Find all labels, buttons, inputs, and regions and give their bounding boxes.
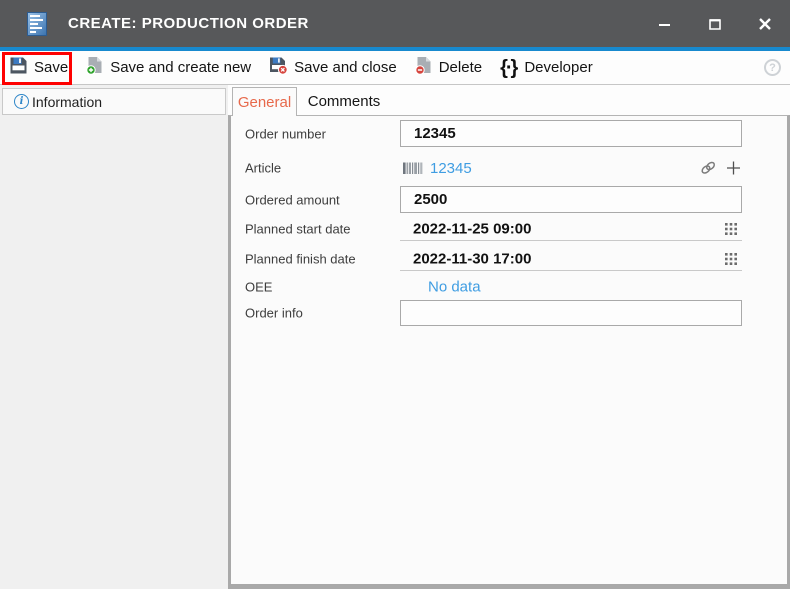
save-and-close-button[interactable]: Save and close — [260, 51, 406, 84]
article-row: Article 1 — [231, 154, 787, 182]
planned-start-date-label: Planned start date — [245, 222, 351, 237]
minimize-icon — [658, 17, 672, 31]
tab-strip: General Comments — [228, 85, 790, 115]
planned-finish-date-value: 2022-11-30 17:00 — [413, 250, 531, 267]
tab-comments[interactable]: Comments — [299, 87, 389, 116]
developer-button-label: Developer — [524, 59, 592, 76]
window-controls — [640, 0, 790, 47]
save-and-create-new-label: Save and create new — [110, 59, 251, 76]
planned-finish-date-field[interactable]: 2022-11-30 17:00 — [400, 247, 742, 271]
barcode-icon — [402, 161, 424, 176]
save-button[interactable]: Save — [0, 51, 77, 84]
document-add-icon — [86, 56, 104, 79]
developer-button[interactable]: {·} Developer — [491, 51, 602, 84]
save-and-create-new-button[interactable]: Save and create new — [77, 51, 260, 84]
planned-start-date-field[interactable]: 2022-11-25 09:00 — [400, 217, 742, 241]
app-document-icon — [27, 12, 47, 36]
close-icon — [758, 17, 772, 31]
grid-picker-icon[interactable] — [725, 253, 737, 265]
ordered-amount-row: Ordered amount — [231, 186, 787, 213]
article-reference-link[interactable]: 12345 — [430, 160, 472, 177]
toolbar: Save Save and create new Save and close — [0, 51, 790, 85]
plus-icon[interactable] — [726, 161, 741, 176]
order-info-label: Order info — [245, 306, 303, 321]
order-number-input[interactable] — [400, 120, 742, 147]
article-label: Article — [245, 161, 281, 176]
order-number-row: Order number — [231, 120, 787, 147]
code-braces-icon: {·} — [500, 58, 518, 78]
save-and-close-label: Save and close — [294, 59, 397, 76]
oee-row: OEE No data — [231, 277, 787, 297]
window-title: CREATE: PRODUCTION ORDER — [68, 15, 309, 32]
maximize-button[interactable] — [690, 0, 740, 47]
planned-finish-date-label: Planned finish date — [245, 252, 356, 267]
floppy-save-icon — [9, 56, 28, 79]
sidebar-item-information[interactable]: i Information — [2, 88, 226, 115]
tab-general[interactable]: General — [232, 87, 297, 116]
sidebar: i Information — [0, 85, 228, 589]
titlebar: CREATE: PRODUCTION ORDER — [0, 0, 790, 47]
delete-button[interactable]: Delete — [406, 51, 491, 84]
minimize-button[interactable] — [640, 0, 690, 47]
save-button-label: Save — [34, 59, 68, 76]
oee-no-data-link[interactable]: No data — [428, 279, 481, 296]
ordered-amount-input[interactable] — [400, 186, 742, 213]
document-remove-icon — [415, 56, 433, 79]
planned-finish-date-row: Planned finish date 2022-11-30 17:00 — [231, 247, 787, 271]
close-button[interactable] — [740, 0, 790, 47]
oee-label: OEE — [245, 280, 272, 295]
sidebar-item-information-label: Information — [32, 94, 102, 110]
order-number-label: Order number — [245, 126, 326, 141]
general-tab-panel: Order number Article — [228, 115, 790, 589]
planned-start-date-row: Planned start date 2022-11-25 09:00 — [231, 217, 787, 241]
help-icon[interactable]: ? — [764, 59, 781, 76]
info-icon: i — [14, 94, 29, 109]
maximize-icon — [708, 17, 722, 31]
floppy-cancel-icon — [269, 56, 288, 79]
ordered-amount-label: Ordered amount — [245, 192, 340, 207]
link-icon[interactable] — [699, 160, 718, 177]
order-info-input[interactable] — [400, 300, 742, 326]
delete-button-label: Delete — [439, 59, 482, 76]
grid-picker-icon[interactable] — [725, 223, 737, 235]
order-info-row: Order info — [231, 300, 787, 326]
planned-start-date-value: 2022-11-25 09:00 — [413, 220, 531, 237]
